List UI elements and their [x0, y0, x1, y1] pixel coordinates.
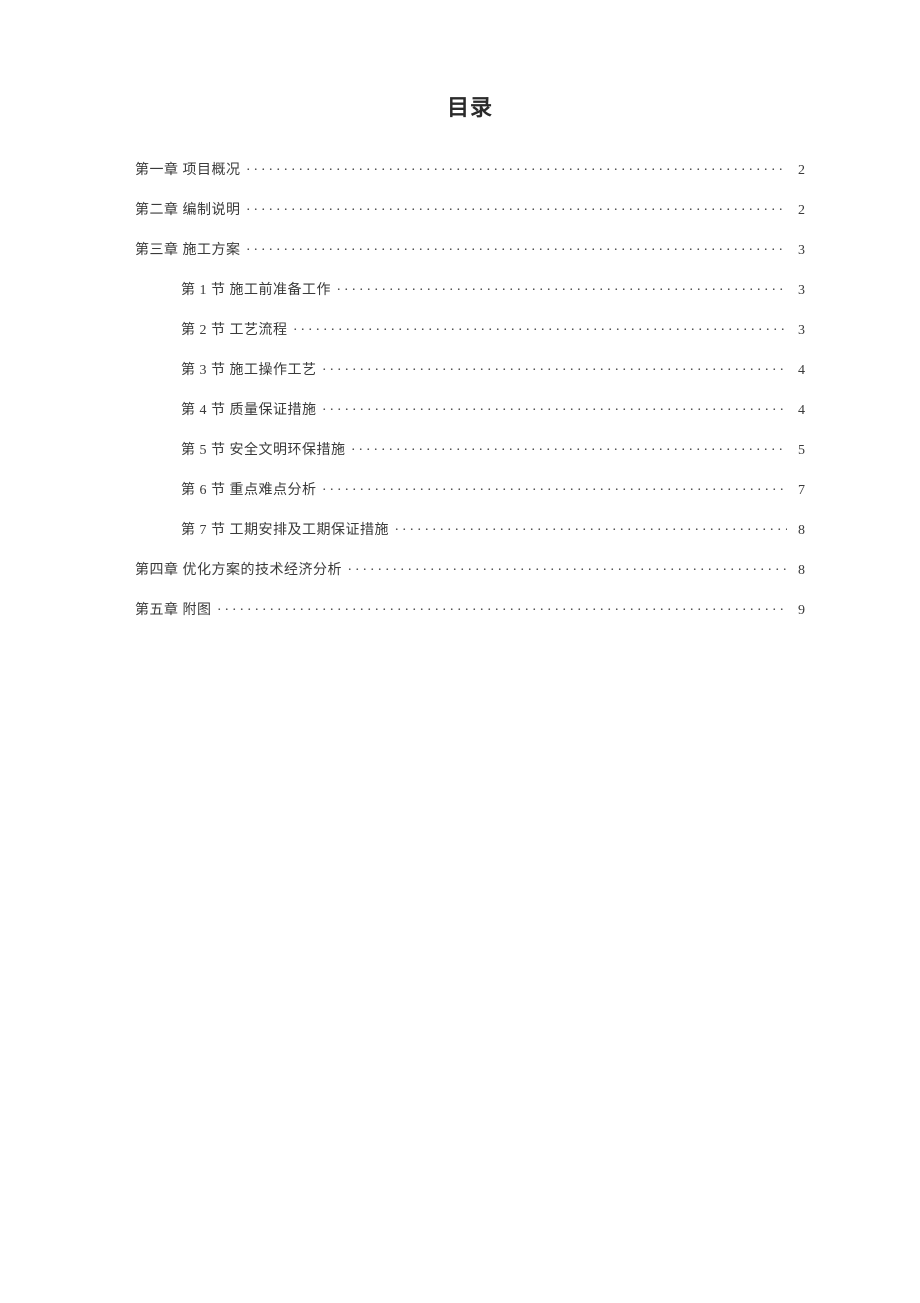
toc-entry-page: 7	[793, 484, 805, 498]
toc-leader-dots	[352, 440, 788, 454]
toc-entry-page: 2	[793, 164, 805, 178]
toc-entry-label: 第 4 节 质量保证措施	[181, 404, 317, 418]
toc-leader-dots	[323, 400, 788, 414]
toc-entry: 第 1 节 施工前准备工作 3	[135, 280, 805, 298]
toc-entry-page: 5	[793, 444, 805, 458]
toc-leader-dots	[323, 360, 788, 374]
toc-entry-page: 8	[793, 564, 805, 578]
toc-entry-page: 4	[793, 364, 805, 378]
toc-entry: 第 4 节 质量保证措施 4	[135, 400, 805, 418]
toc-leader-dots	[294, 320, 788, 334]
toc-entry-label: 第一章 项目概况	[135, 164, 241, 178]
toc-entry-label: 第 2 节 工艺流程	[181, 324, 288, 338]
toc-entry: 第五章 附图 9	[135, 600, 805, 618]
toc-entry: 第 3 节 施工操作工艺 4	[135, 360, 805, 378]
toc-entry: 第 2 节 工艺流程 3	[135, 320, 805, 338]
toc-leader-dots	[218, 600, 788, 614]
toc-entry: 第 6 节 重点难点分析 7	[135, 480, 805, 498]
toc-leader-dots	[247, 200, 788, 214]
toc-entry: 第 5 节 安全文明环保措施 5	[135, 440, 805, 458]
toc-entry: 第三章 施工方案 3	[135, 240, 805, 258]
table-of-contents: 第一章 项目概况2第二章 编制说明2第三章 施工方案3第 1 节 施工前准备工作…	[135, 160, 805, 618]
toc-entry-page: 3	[793, 244, 805, 258]
toc-entry-label: 第 6 节 重点难点分析	[181, 484, 317, 498]
toc-entry-page: 3	[793, 324, 805, 338]
toc-entry-label: 第四章 优化方案的技术经济分析	[135, 564, 342, 578]
toc-entry-label: 第 3 节 施工操作工艺	[181, 364, 317, 378]
toc-leader-dots	[247, 160, 788, 174]
toc-entry-page: 4	[793, 404, 805, 418]
toc-entry-page: 3	[793, 284, 805, 298]
toc-entry-label: 第 5 节 安全文明环保措施	[181, 444, 346, 458]
toc-leader-dots	[395, 520, 787, 534]
page-title: 目录	[135, 90, 805, 122]
toc-leader-dots	[337, 280, 787, 294]
toc-leader-dots	[348, 560, 787, 574]
toc-entry-label: 第五章 附图	[135, 604, 212, 618]
toc-entry-page: 9	[793, 604, 805, 618]
toc-entry: 第二章 编制说明 2	[135, 200, 805, 218]
toc-entry: 第一章 项目概况 2	[135, 160, 805, 178]
toc-entry-page: 8	[793, 524, 805, 538]
toc-entry-label: 第二章 编制说明	[135, 204, 241, 218]
toc-entry-page: 2	[793, 204, 805, 218]
toc-entry-label: 第 1 节 施工前准备工作	[181, 284, 331, 298]
toc-entry: 第 7 节 工期安排及工期保证措施 8	[135, 520, 805, 538]
toc-leader-dots	[323, 480, 788, 494]
toc-leader-dots	[247, 240, 788, 254]
toc-entry-label: 第 7 节 工期安排及工期保证措施	[181, 524, 389, 538]
toc-entry-label: 第三章 施工方案	[135, 244, 241, 258]
toc-entry: 第四章 优化方案的技术经济分析 8	[135, 560, 805, 578]
